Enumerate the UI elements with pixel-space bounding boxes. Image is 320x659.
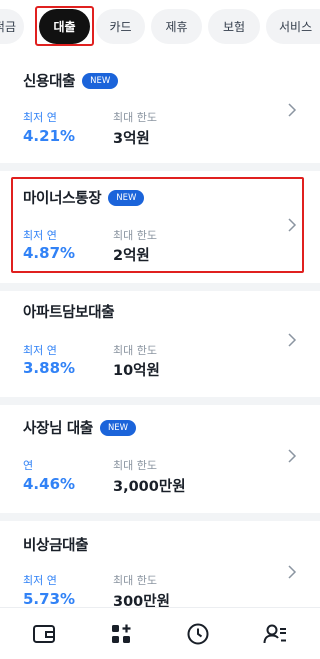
limit-value: 10억원 xyxy=(113,363,160,379)
product-name: 신용대출 xyxy=(23,74,76,90)
divider xyxy=(0,513,320,521)
limit-value: 3억원 xyxy=(113,131,150,147)
limit-label: 최대 한도 xyxy=(113,344,157,357)
product-title-row: 아파트담보대출 xyxy=(23,301,115,322)
rate-value: 4.46% xyxy=(23,475,76,493)
limit-label: 최대 한도 xyxy=(113,111,157,124)
rate-value: 4.21% xyxy=(23,127,76,145)
product-name: 사장님 대출 xyxy=(23,421,93,437)
new-badge: NEW xyxy=(82,72,119,89)
tab-label: 서비스 xyxy=(279,20,313,34)
profile-menu-icon[interactable] xyxy=(262,621,288,647)
product-name: 아파트담보대출 xyxy=(23,305,115,321)
new-badge: NEW xyxy=(99,419,137,436)
chevron-right-icon xyxy=(288,333,297,347)
tab-card[interactable]: 카드 xyxy=(96,9,145,44)
limit-value: 3,000만원 xyxy=(113,479,186,495)
product-title-row: 신용대출 NEW xyxy=(23,70,119,91)
product-apartment-mortgage[interactable]: 아파트담보대출 최저 연 3.88% 최대 한도 10억원 xyxy=(0,294,320,394)
rate-value: 5.73% xyxy=(23,590,76,608)
limit-label: 최대 한도 xyxy=(113,459,157,472)
rate-label: 최저 연 xyxy=(23,574,57,587)
product-highlight-box xyxy=(11,177,304,273)
chevron-right-icon xyxy=(288,103,297,117)
rate-label: 연 xyxy=(23,459,34,472)
tab-savings[interactable]: 적금 xyxy=(0,9,24,44)
wallet-icon[interactable] xyxy=(31,621,57,647)
rate-label: 최저 연 xyxy=(23,111,57,124)
category-tabs: 적금 대출 카드 제휴 보험 서비스 xyxy=(0,0,320,58)
rate-value: 3.88% xyxy=(23,359,76,377)
divider xyxy=(0,163,320,171)
tab-partnership[interactable]: 제휴 xyxy=(151,9,202,44)
tab-label: 제휴 xyxy=(165,20,188,34)
product-title-row: 비상금대출 xyxy=(23,534,89,555)
rate-label: 최저 연 xyxy=(23,344,57,357)
tab-highlight-box xyxy=(35,6,94,46)
chevron-right-icon xyxy=(288,449,297,463)
tab-label: 보험 xyxy=(222,20,246,34)
divider xyxy=(0,283,320,291)
divider xyxy=(0,397,320,405)
tab-insurance[interactable]: 보험 xyxy=(208,9,260,44)
tab-label: 카드 xyxy=(109,20,132,34)
product-credit-loan[interactable]: 신용대출 NEW 최저 연 4.21% 최대 한도 3억원 xyxy=(0,63,320,163)
tab-services[interactable]: 서비스 xyxy=(266,9,320,44)
tab-label: 적금 xyxy=(0,20,16,34)
product-title-row: 사장님 대출 NEW xyxy=(23,417,137,438)
clock-icon[interactable] xyxy=(185,621,211,647)
apps-plus-icon[interactable] xyxy=(108,621,134,647)
product-business-owner-loan[interactable]: 사장님 대출 NEW 연 4.46% 최대 한도 3,000만원 xyxy=(0,412,320,512)
limit-label: 최대 한도 xyxy=(113,574,157,587)
bottom-nav xyxy=(0,607,320,659)
chevron-right-icon xyxy=(288,565,297,579)
product-name: 비상금대출 xyxy=(23,538,89,554)
